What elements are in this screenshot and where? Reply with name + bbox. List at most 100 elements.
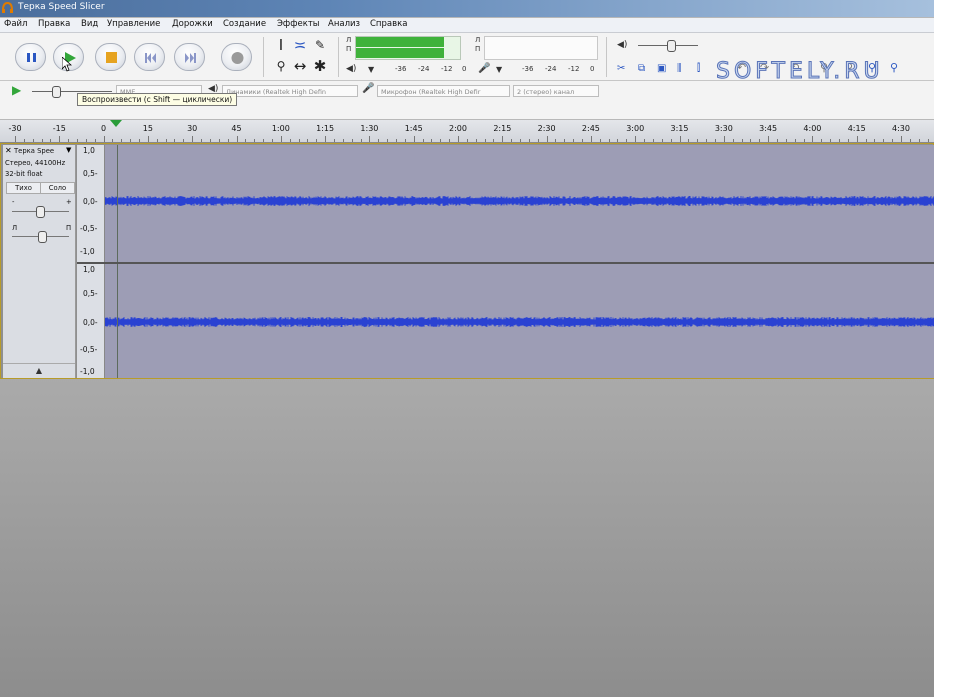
ruler-tick xyxy=(422,139,424,142)
menu-transport[interactable]: Управление xyxy=(107,19,160,29)
ruler-tick xyxy=(688,139,690,142)
input-channels-select[interactable]: 2 (стерео) канал xyxy=(513,85,599,97)
skip-start-button[interactable] xyxy=(134,43,165,71)
skip-end-button[interactable] xyxy=(174,43,205,71)
play-speed-thumb[interactable] xyxy=(52,86,61,98)
ruler-tick xyxy=(812,136,814,142)
ruler-tick xyxy=(874,139,876,142)
stop-button[interactable] xyxy=(95,43,126,71)
track-menu-dropdown-icon[interactable]: ▼ xyxy=(66,146,71,154)
pan-slider-thumb[interactable] xyxy=(38,231,47,243)
toolbar-area: I ≍ ✎ ⚲ ↔ ✱ Л П ◀) ▼ -36 -24 -12 0 Л П 🎤… xyxy=(0,33,934,120)
play-meter-left-letter: Л xyxy=(346,36,352,44)
input-device-select[interactable]: Микрофон (Realtek High Defir xyxy=(377,85,510,97)
ruler-tick xyxy=(573,139,575,142)
timeshift-tool-icon[interactable]: ↔ xyxy=(291,57,309,75)
pause-button[interactable] xyxy=(15,43,46,71)
scale-label: 0,5- xyxy=(83,289,98,298)
ruler-label: 30 xyxy=(187,124,198,133)
ruler-tick xyxy=(768,136,770,142)
scale-label: 1,0 xyxy=(83,265,95,274)
ruler-tick xyxy=(821,139,823,142)
ruler-tick xyxy=(147,136,149,142)
play-at-speed-icon[interactable]: ▶ xyxy=(12,83,21,97)
microphone-icon: 🎤 xyxy=(478,63,491,74)
scale-label: 0,0- xyxy=(83,197,98,206)
ruler-tick xyxy=(387,139,389,142)
ruler-tick xyxy=(475,139,477,142)
close-track-icon[interactable]: ✕ xyxy=(5,146,12,155)
mute-button[interactable]: Тихо xyxy=(6,182,41,194)
menu-help[interactable]: Справка xyxy=(370,19,407,29)
paste-icon[interactable]: ▣ xyxy=(657,63,666,74)
waveform-path xyxy=(105,317,934,327)
ruler-label: 1:15 xyxy=(316,124,335,133)
ruler-tick xyxy=(803,139,805,142)
menu-generate[interactable]: Создание xyxy=(223,19,266,29)
play-meter-left-bar xyxy=(356,37,445,47)
menu-edit[interactable]: Правка xyxy=(38,19,70,29)
speaker-icon: ◀) xyxy=(346,64,357,74)
copy-icon[interactable]: ⧉ xyxy=(638,63,645,74)
collapse-track-icon[interactable]: ▲ xyxy=(3,363,75,378)
envelope-tool-icon[interactable]: ≍ xyxy=(291,36,309,54)
scale-label: 1,0 xyxy=(83,146,95,155)
ruler-label: 1:00 xyxy=(271,124,290,133)
cut-icon[interactable]: ✂ xyxy=(617,63,625,74)
track-name-menu[interactable]: Терка Spee xyxy=(14,147,54,155)
output-device-select[interactable]: Динамики (Realtek High Defin xyxy=(222,85,358,97)
play-speed-slider[interactable] xyxy=(32,91,112,92)
waveform-right-channel xyxy=(105,317,934,327)
gain-slider-thumb[interactable] xyxy=(36,206,45,218)
play-meter xyxy=(355,36,461,60)
multi-tool-icon[interactable]: ✱ xyxy=(311,57,329,75)
meter-scale-1: -36 xyxy=(395,65,407,73)
record-button[interactable] xyxy=(221,43,252,71)
silence-icon[interactable]: ⫿ xyxy=(697,63,700,74)
play-meter-right-bar xyxy=(356,48,445,58)
menu-file[interactable]: Файл xyxy=(4,19,27,29)
ruler-label: 3:45 xyxy=(759,124,778,133)
ruler-tick xyxy=(183,139,185,142)
ruler-tick xyxy=(794,139,796,142)
ruler-label: 2:45 xyxy=(581,124,600,133)
ruler-tick xyxy=(493,139,495,142)
ruler-tick xyxy=(865,139,867,142)
ruler-tick xyxy=(130,139,132,142)
ruler-tick xyxy=(626,139,628,142)
output-volume-thumb[interactable] xyxy=(667,40,676,52)
ruler-tick xyxy=(280,136,282,142)
ruler-tick xyxy=(23,139,25,142)
app-window: Файл Правка Вид Управление Дорожки Созда… xyxy=(0,17,934,697)
toolbar-separator xyxy=(606,37,607,77)
ruler-tick xyxy=(741,139,743,142)
solo-button[interactable]: Соло xyxy=(40,182,75,194)
ruler-label: 2:15 xyxy=(493,124,512,133)
zoom-tool-icon[interactable]: ⚲ xyxy=(272,57,290,75)
fit-project-icon[interactable]: ⚲ xyxy=(890,61,898,74)
draw-tool-icon[interactable]: ✎ xyxy=(311,36,329,54)
menu-view[interactable]: Вид xyxy=(81,19,98,29)
ruler-tick xyxy=(706,139,708,142)
menu-effects[interactable]: Эффекты xyxy=(277,19,320,29)
ruler-label: 4:30 xyxy=(892,124,910,133)
ruler-tick xyxy=(582,139,584,142)
ruler-tick xyxy=(714,139,716,142)
menu-tracks[interactable]: Дорожки xyxy=(172,19,213,29)
timeline-ruler[interactable]: -30 -15 0 15 30 45 1:00 1:15 1:30 1:45 2:00 2:15 2:3… xyxy=(0,120,934,143)
title-bar: Терка Speed Slicer xyxy=(0,0,934,17)
ruler-tick xyxy=(785,139,787,142)
ruler-tick xyxy=(431,139,433,142)
selection-tool-icon[interactable]: I xyxy=(272,36,290,54)
ruler-label: 1:45 xyxy=(404,124,423,133)
menu-analyze[interactable]: Анализ xyxy=(328,19,360,29)
ruler-label: 3:00 xyxy=(626,124,645,133)
gain-plus-label: + xyxy=(66,198,72,206)
ruler-tick xyxy=(776,139,778,142)
play-meter-dropdown-icon[interactable]: ▼ xyxy=(368,65,374,74)
play-meter-right-letter: П xyxy=(346,45,352,53)
trim-icon[interactable]: ⫼ xyxy=(677,63,682,74)
ruler-tick xyxy=(856,136,858,142)
meter-scale-3: -12 xyxy=(441,65,453,73)
rec-meter-dropdown-icon[interactable]: ▼ xyxy=(496,65,502,74)
